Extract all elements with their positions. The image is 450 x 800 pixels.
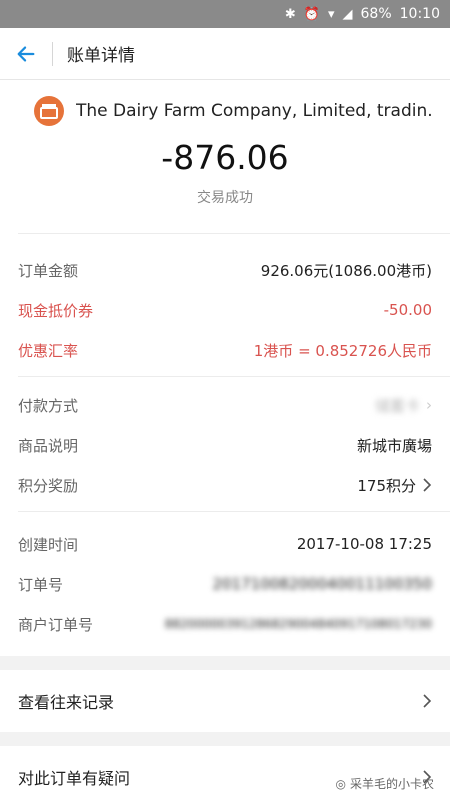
exchange-rate-row: 优惠汇率 1港币 = 0.852726人民币 [18, 330, 432, 370]
watermark: ◎ 采羊毛的小卡农 [336, 775, 435, 792]
order-number-row: 订单号 20171008200040011100350 [18, 564, 432, 604]
merchant-order-number-label: 商户订单号 [18, 615, 94, 634]
payment-method-label: 付款方式 [18, 396, 79, 415]
battery-level: 68% [360, 6, 392, 22]
product-desc-value: 新城市廣場 [356, 436, 432, 455]
view-history-label: 查看往来记录 [18, 693, 115, 712]
order-number-label: 订单号 [18, 575, 64, 594]
coupon-row: 现金抵价券 -50.00 [18, 290, 432, 330]
top-nav: 账单详情 [0, 28, 450, 80]
points-label: 积分奖励 [18, 476, 79, 495]
clock: 10:10 [399, 6, 440, 22]
created-time-label: 创建时间 [18, 535, 79, 554]
points-value: 175积分 [357, 476, 416, 495]
order-question-label: 对此订单有疑问 [18, 769, 131, 788]
order-amount-label: 订单金额 [18, 261, 79, 280]
product-desc-row: 商品说明 新城市廣場 [18, 425, 432, 465]
created-time-row: 创建时间 2017-10-08 17:25 [18, 524, 432, 564]
signal-icon: ◢ [342, 6, 353, 22]
page-title: 账单详情 [67, 46, 135, 66]
details-section: 订单金额 926.06元(1086.00港币) 现金抵价券 -50.00 优惠汇… [0, 233, 450, 656]
bill-card: The Dairy Farm Company, Limited, tradin.… [0, 80, 450, 233]
coupon-label: 现金抵价券 [18, 301, 94, 320]
nav-divider [52, 41, 53, 66]
order-amount-value: 926.06元(1086.00港币) [260, 261, 432, 280]
merchant-name: The Dairy Farm Company, Limited, tradin.… [76, 101, 432, 121]
status-bar: ✱ ⏰ ▾ ◢ 68% 10:10 [0, 0, 450, 28]
bluetooth-icon: ✱ [284, 6, 296, 22]
section-gap [0, 732, 450, 746]
merchant-header[interactable]: The Dairy Farm Company, Limited, tradin.… [0, 80, 450, 126]
back-button[interactable] [0, 28, 52, 80]
payment-method-row[interactable]: 付款方式 储蓄卡 › [18, 385, 432, 425]
chevron-right-icon [423, 694, 432, 708]
wechat-icon: ◎ [335, 776, 346, 791]
product-desc-label: 商品说明 [18, 436, 79, 455]
exchange-rate-label: 优惠汇率 [18, 341, 79, 360]
merchant-order-number-value: 88200000391286829004840917108017230 [164, 617, 432, 631]
merchant-order-number-row: 商户订单号 8820000039128682900484091710801723… [18, 604, 432, 644]
watermark-text: 采羊毛的小卡农 [349, 777, 434, 791]
view-history-button[interactable]: 查看往来记录 [0, 670, 450, 732]
coupon-value: -50.00 [383, 301, 432, 319]
points-row[interactable]: 积分奖励 175积分 [18, 465, 432, 505]
transaction-status: 交易成功 [197, 190, 253, 206]
exchange-rate-value: 1港币 = 0.852726人民币 [253, 341, 432, 360]
alarm-icon: ⏰ [303, 6, 320, 22]
wifi-icon: ▾ [327, 6, 335, 22]
order-amount-row: 订单金额 926.06元(1086.00港币) [18, 250, 432, 290]
payment-method-value: 储蓄卡 [374, 396, 420, 415]
chevron-right-icon [423, 478, 432, 492]
section-gap [0, 656, 450, 670]
transaction-amount: -876.06 [161, 138, 289, 177]
created-time-value: 2017-10-08 17:25 [296, 535, 432, 553]
chevron-right-icon: › [426, 396, 432, 414]
order-number-value: 20171008200040011100350 [212, 575, 433, 593]
arrow-left-icon [17, 45, 35, 62]
store-icon [34, 96, 64, 126]
